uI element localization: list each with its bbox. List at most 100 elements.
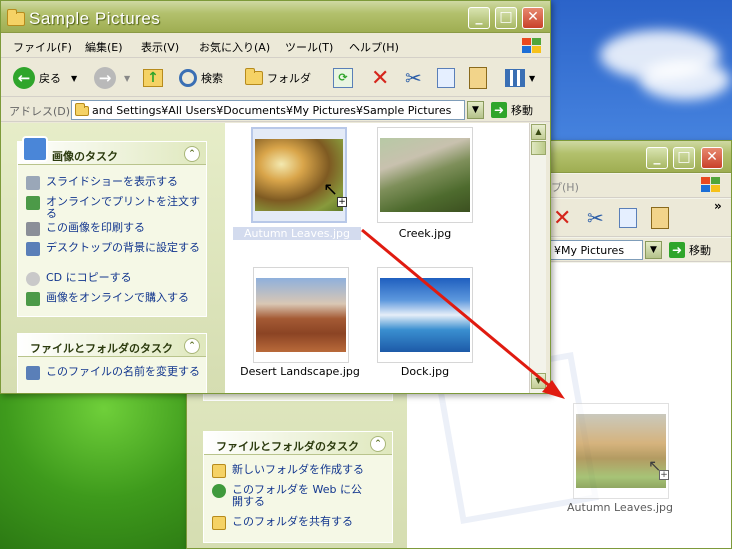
thumbnail-dock[interactable] <box>377 267 473 363</box>
scroll-thumb[interactable] <box>531 141 546 155</box>
paste-button[interactable] <box>469 65 487 91</box>
autumn-leaves-image <box>255 139 343 211</box>
go-button[interactable]: ➜ 移動 <box>491 100 533 120</box>
thumbnail-autumn-leaves[interactable]: ↖ + <box>251 127 347 223</box>
caption-dock[interactable]: Dock.jpg <box>360 365 490 378</box>
minimize-button[interactable]: _ <box>468 7 490 29</box>
task-rename[interactable]: このファイルの名前を変更する <box>26 366 202 380</box>
task-share-folder[interactable]: このフォルダを共有する <box>212 516 353 530</box>
collapse-chevron-icon[interactable]: ⌃ <box>184 338 200 354</box>
sync-button[interactable]: ⟳ <box>333 65 353 91</box>
cut-button[interactable]: ✂ <box>587 205 604 231</box>
go-arrow-icon: ➜ <box>669 242 685 258</box>
caption-creek[interactable]: Creek.jpg <box>360 227 490 240</box>
thumbnail-desert-landscape[interactable] <box>253 267 349 363</box>
dropdown-arrow-icon: ▼ <box>529 73 536 83</box>
back-file-folder-tasks-panel: ファイルとフォルダのタスク ⌃ 新しいフォルダを作成する このフォルダを Web… <box>203 431 393 543</box>
cut-button[interactable]: ✂ <box>405 65 422 91</box>
menu-edit[interactable]: 編集(E) <box>85 39 123 55</box>
search-icon <box>179 69 197 87</box>
dropdown-arrow-icon: ▼ <box>124 73 131 83</box>
copy-button[interactable] <box>437 65 455 91</box>
task-set-background[interactable]: デスクトップの背景に設定する <box>26 242 202 256</box>
copy-button[interactable] <box>619 205 637 231</box>
address-dropdown-button[interactable]: ▼ <box>467 101 484 119</box>
views-button[interactable]: ▼ <box>505 65 535 91</box>
panel-title[interactable]: 画像のタスク ⌃ <box>18 136 206 165</box>
up-folder-icon: ↑ <box>143 69 163 87</box>
forward-arrow-icon: → <box>94 67 116 89</box>
search-button[interactable]: 検索 <box>179 65 223 91</box>
copy-icon <box>619 208 637 228</box>
minimize-button[interactable]: _ <box>646 147 668 169</box>
address-label: アドレス(D) <box>9 105 71 118</box>
menu-view[interactable]: 表示(V) <box>141 39 179 55</box>
paste-icon <box>651 207 669 229</box>
copy-cursor-icon: ↖ <box>323 179 339 200</box>
collapse-chevron-icon[interactable]: ⌃ <box>370 436 386 452</box>
menu-bar: ファイル(F) 編集(E) 表示(V) お気に入り(A) ツール(T) ヘルプ(… <box>1 34 550 58</box>
globe-icon <box>212 484 226 498</box>
up-folder-button[interactable]: ↑ <box>143 65 163 91</box>
scroll-up-button[interactable]: ▲ <box>531 124 546 140</box>
delete-button[interactable]: ✕ <box>553 205 571 231</box>
back-button[interactable]: ← 戻る ▼ <box>13 65 77 91</box>
windows-logo-icon <box>701 177 721 193</box>
menu-file[interactable]: ファイル(F) <box>13 39 72 55</box>
autumn-leaves-image <box>576 414 666 488</box>
go-button[interactable]: ➜ 移動 <box>669 240 711 260</box>
cloud <box>640 60 730 100</box>
menu-item-help-fragment[interactable]: プ(H) <box>551 179 579 195</box>
go-label: 移動 <box>511 104 533 117</box>
vertical-scrollbar[interactable]: ▲ ▼ <box>529 123 546 393</box>
thumbnail-creek[interactable] <box>377 127 473 223</box>
close-button[interactable]: ✕ <box>522 7 544 29</box>
forward-button[interactable]: → ▼ <box>94 65 130 91</box>
task-order-prints[interactable]: オンラインでプリントを注文する <box>26 196 202 220</box>
task-publish-web[interactable]: このフォルダを Web に公開する <box>212 484 362 508</box>
scissors-icon: ✂ <box>405 66 422 90</box>
sample-pictures-window[interactable]: Sample Pictures _ □ ✕ ファイル(F) 編集(E) 表示(V… <box>0 0 551 394</box>
title-bar[interactable]: Sample Pictures _ □ ✕ <box>1 1 550 33</box>
buy-online-icon <box>26 292 40 306</box>
paste-button[interactable] <box>651 205 669 231</box>
collapse-chevron-icon[interactable]: ⌃ <box>184 146 200 162</box>
address-dropdown-button[interactable]: ▼ <box>645 241 662 259</box>
maximize-button[interactable]: □ <box>495 7 517 29</box>
views-icon <box>505 69 525 87</box>
task-slideshow[interactable]: スライドショーを表示する <box>26 176 178 190</box>
caption-autumn-leaves[interactable]: Autumn Leaves.jpg <box>233 227 361 240</box>
task-new-folder[interactable]: 新しいフォルダを作成する <box>212 464 364 478</box>
plus-badge-icon: + <box>337 197 347 207</box>
dragged-thumbnail[interactable]: ↖ + <box>573 403 669 499</box>
delete-icon: ✕ <box>553 205 572 231</box>
printer-icon <box>26 222 40 236</box>
toolbar-overflow-icon[interactable]: » <box>714 199 722 213</box>
refresh-icon: ⟳ <box>333 68 353 88</box>
task-copy-cd[interactable]: CD にコピーする <box>26 272 132 286</box>
panel-title[interactable]: ファイルとフォルダのタスク ⌃ <box>18 334 206 357</box>
address-input[interactable]: and Settings¥All Users¥Documents¥My Pict… <box>71 100 465 120</box>
new-folder-icon <box>212 464 226 478</box>
folders-button[interactable]: フォルダ <box>245 65 311 91</box>
panel-title[interactable]: ファイルとフォルダのタスク ⌃ <box>204 432 392 455</box>
back-label: 戻る <box>39 72 61 85</box>
maximize-button[interactable]: □ <box>673 147 695 169</box>
task-pane: 画像のタスク ⌃ スライドショーを表示する オンラインでプリントを注文する この… <box>1 123 225 393</box>
desktop-icon <box>26 242 40 256</box>
caption-desert-landscape[interactable]: Desert Landscape.jpg <box>235 365 365 378</box>
menu-tools[interactable]: ツール(T) <box>285 39 333 55</box>
dropdown-arrow-icon: ▼ <box>71 73 78 83</box>
share-folder-icon <box>212 516 226 530</box>
scroll-down-button[interactable]: ▼ <box>531 373 546 389</box>
menu-help[interactable]: ヘルプ(H) <box>349 39 399 55</box>
folder-icon <box>75 103 89 116</box>
picture-tasks-panel: 画像のタスク ⌃ スライドショーを表示する オンラインでプリントを注文する この… <box>17 136 207 317</box>
menu-favorites[interactable]: お気に入り(A) <box>199 39 270 55</box>
task-buy-online[interactable]: 画像をオンラインで購入する <box>26 292 189 306</box>
task-print[interactable]: この画像を印刷する <box>26 222 145 236</box>
paste-icon <box>469 67 487 89</box>
close-button[interactable]: ✕ <box>701 147 723 169</box>
file-area[interactable]: ↖ + Autumn Leaves.jpg Creek.jpg Desert L… <box>225 123 529 393</box>
delete-button[interactable]: ✕ <box>371 65 389 91</box>
